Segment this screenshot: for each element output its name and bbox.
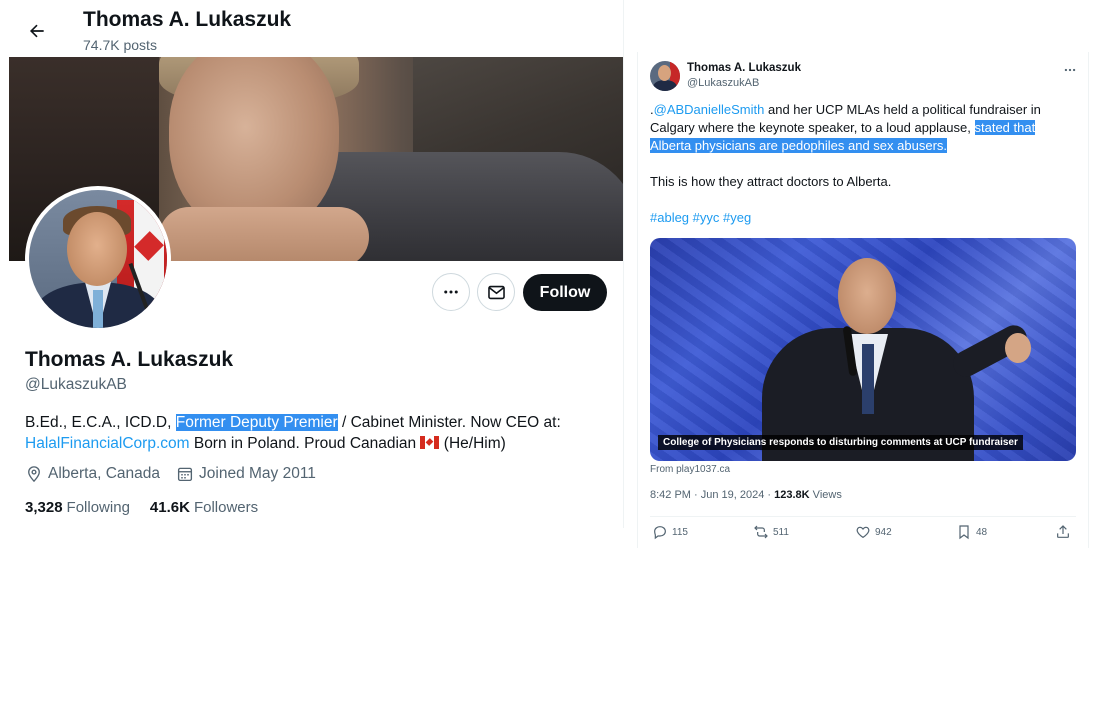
profile-bio: B.Ed., E.C.A., ICD.D, Former Deputy Prem… bbox=[25, 412, 605, 454]
following-link[interactable]: 3,328 Following bbox=[25, 499, 130, 516]
follow-button[interactable]: Follow bbox=[523, 274, 607, 311]
location-text: Alberta, Canada bbox=[48, 465, 161, 482]
tweet-time-text[interactable]: 8:42 PM · Jun 19, 2024 · bbox=[650, 489, 774, 501]
tweet-views-count: 123.8K bbox=[774, 489, 810, 501]
tweet-more-button[interactable] bbox=[1058, 61, 1082, 79]
bookmark-count: 48 bbox=[976, 526, 988, 538]
reply-count: 115 bbox=[672, 526, 688, 538]
reply-button[interactable]: 115 bbox=[652, 524, 688, 540]
like-count: 942 bbox=[875, 526, 892, 538]
more-icon bbox=[1064, 68, 1076, 72]
tweet-author-handle[interactable]: @LukaszukAB bbox=[687, 77, 759, 89]
like-button[interactable]: 942 bbox=[855, 524, 892, 540]
repost-count: 511 bbox=[773, 526, 789, 538]
location-icon bbox=[28, 466, 40, 483]
profile-panel: Thomas A. Lukaszuk 74.7K posts Follow Th… bbox=[0, 0, 624, 528]
canada-flag-icon bbox=[420, 436, 440, 449]
share-icon bbox=[1057, 525, 1069, 538]
header-posts-count: 74.7K posts bbox=[83, 37, 157, 53]
tweet-text-paragraph: This is how they attract doctors to Albe… bbox=[650, 174, 892, 189]
message-button[interactable] bbox=[477, 273, 515, 311]
tweet-author-name[interactable]: Thomas A. Lukaszuk bbox=[687, 62, 801, 74]
more-icon bbox=[444, 290, 458, 294]
joined-text: Joined May 2011 bbox=[199, 465, 316, 482]
repost-icon bbox=[754, 525, 768, 539]
followers-count: 41.6K bbox=[149, 499, 190, 516]
media-source-link[interactable]: From play1037.ca bbox=[650, 464, 730, 475]
bio-highlighted-text: Former Deputy Premier bbox=[175, 414, 338, 431]
tweet-hashtags[interactable]: #ableg #yyc #yeg bbox=[650, 209, 1050, 227]
profile-more-button[interactable] bbox=[432, 273, 470, 311]
profile-header-bar: Thomas A. Lukaszuk 74.7K posts bbox=[0, 0, 624, 57]
tweet-timestamp: 8:42 PM · Jun 19, 2024 · 123.8K Views bbox=[650, 489, 842, 501]
bookmark-button[interactable]: 48 bbox=[956, 524, 987, 540]
bio-text: Born in Poland. Proud Canadian bbox=[189, 435, 421, 452]
profile-stats: 3,328 Following 41.6K Followers bbox=[25, 499, 278, 516]
profile-meta: Alberta, Canada Joined May 2011 bbox=[25, 465, 332, 483]
bookmark-icon bbox=[959, 525, 969, 540]
tweet-text: .@ABDanielleSmith and her UCP MLAs held … bbox=[650, 101, 1050, 245]
calendar-icon bbox=[177, 467, 193, 482]
back-arrow-icon bbox=[29, 24, 44, 38]
profile-handle: @LukaszukAB bbox=[25, 376, 127, 393]
followers-link[interactable]: 41.6K Followers bbox=[150, 499, 258, 516]
bio-text: / Cabinet Minister. Now CEO at: bbox=[337, 414, 561, 431]
tweet-author-avatar[interactable] bbox=[650, 61, 680, 91]
bio-text: B.Ed., E.C.A., ICD.D, bbox=[25, 414, 176, 431]
profile-join-date: Joined May 2011 bbox=[176, 465, 316, 483]
tweet-mention-link[interactable]: @ABDanielleSmith bbox=[654, 102, 765, 117]
tweet-card: Thomas A. Lukaszuk @LukaszukAB .@ABDanie… bbox=[637, 52, 1089, 548]
following-count: 3,328 bbox=[25, 499, 63, 516]
header-profile-name: Thomas A. Lukaszuk bbox=[83, 8, 292, 31]
share-button[interactable] bbox=[1055, 524, 1075, 540]
profile-location: Alberta, Canada bbox=[25, 465, 160, 483]
media-caption: College of Physicians responds to distur… bbox=[658, 435, 1023, 450]
profile-name: Thomas A. Lukaszuk bbox=[25, 348, 234, 371]
tweet-media-card[interactable]: College of Physicians responds to distur… bbox=[650, 238, 1076, 461]
reply-icon bbox=[654, 526, 666, 540]
following-label: Following bbox=[66, 499, 130, 516]
repost-button[interactable]: 511 bbox=[753, 524, 789, 540]
tweet-divider bbox=[650, 516, 1076, 517]
mail-icon bbox=[487, 285, 505, 299]
profile-avatar[interactable] bbox=[25, 186, 171, 332]
bio-website-link[interactable]: HalalFinancialCorp.com bbox=[25, 435, 190, 452]
bio-text: (He/Him) bbox=[439, 435, 506, 452]
followers-label: Followers bbox=[193, 499, 259, 516]
like-icon bbox=[856, 526, 870, 539]
tweet-action-bar: 115 511 942 48 bbox=[650, 524, 1076, 544]
back-button[interactable] bbox=[20, 14, 54, 48]
tweet-views-label: Views bbox=[809, 489, 842, 501]
